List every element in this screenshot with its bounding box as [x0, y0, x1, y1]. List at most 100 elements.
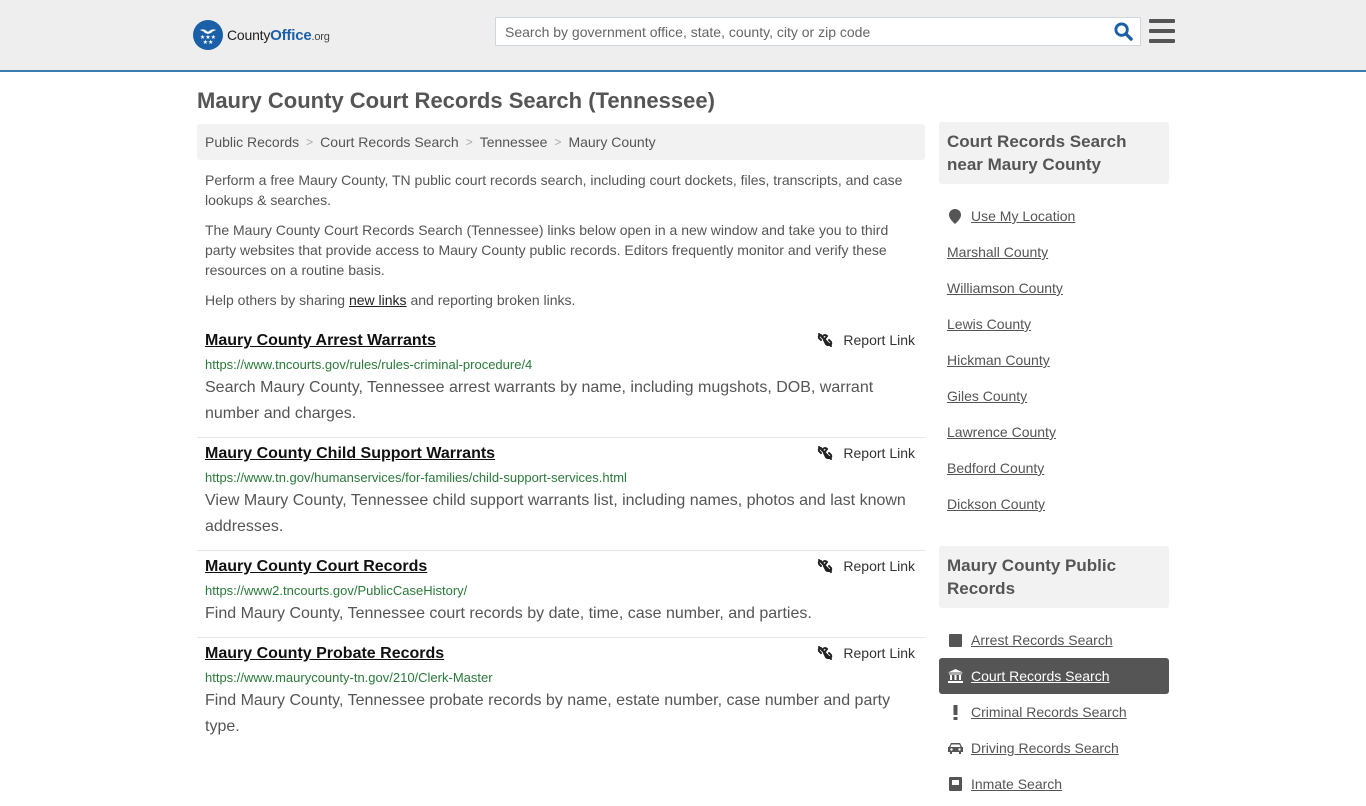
- result-item: Maury County Probate Records Report Link…: [197, 638, 925, 750]
- nearby-county-item: Williamson County: [939, 270, 1169, 306]
- intro-text-after: and reporting broken links.: [406, 292, 576, 308]
- criminal-records-search-link[interactable]: Criminal Records Search: [971, 704, 1127, 720]
- nearby-county-link[interactable]: Marshall County: [947, 244, 1048, 260]
- nearby-county-item: Giles County: [939, 378, 1169, 414]
- driving-records-search-link[interactable]: Driving Records Search: [971, 740, 1119, 756]
- breadcrumb-separator: >: [554, 135, 562, 149]
- result-url: https://www2.tncourts.gov/PublicCaseHist…: [205, 583, 468, 598]
- search-box: [495, 17, 1141, 46]
- nearby-county-item: Hickman County: [939, 342, 1169, 378]
- use-my-location-link[interactable]: Use My Location: [971, 208, 1075, 224]
- site-header: ★★★ ★★ CountyOffice.org: [0, 0, 1366, 72]
- menu-bar: [1149, 39, 1175, 43]
- result-description: View Maury County, Tennessee child suppo…: [205, 492, 906, 535]
- result-item: Maury County Court Records Report Link h…: [197, 551, 925, 638]
- nearby-county-link[interactable]: Bedford County: [947, 460, 1044, 476]
- report-link-button[interactable]: Report Link: [817, 645, 915, 661]
- result-description: Search Maury County, Tennessee arrest wa…: [205, 379, 874, 422]
- intro-text: Perform a free Maury County, TN public c…: [205, 170, 917, 320]
- public-record-item: Criminal Records Search: [939, 694, 1169, 730]
- result-description: Find Maury County, Tennessee probate rec…: [205, 692, 891, 735]
- intro-text-before: Help others by sharing: [205, 292, 349, 308]
- sidebar: Court Records Search near Maury County U…: [939, 122, 1169, 806]
- nearby-county-link[interactable]: Williamson County: [947, 280, 1063, 296]
- breadcrumb-court-records-search[interactable]: Court Records Search: [320, 134, 459, 150]
- car-icon: [947, 742, 963, 754]
- report-link-button[interactable]: Report Link: [817, 332, 915, 348]
- nearby-county-item: Dickson County: [939, 486, 1169, 522]
- intro-paragraph-2: The Maury County Court Records Search (T…: [205, 222, 889, 278]
- result-title-link[interactable]: Maury County Court Records: [205, 557, 427, 577]
- search-button[interactable]: [1106, 18, 1140, 45]
- logo-prefix: County: [227, 26, 271, 43]
- result-url: https://www.tn.gov/humanservices/for-fam…: [205, 470, 627, 485]
- result-title-link[interactable]: Maury County Probate Records: [205, 644, 444, 664]
- result-url: https://www.maurycounty-tn.gov/210/Clerk…: [205, 670, 493, 685]
- broken-link-icon: [818, 559, 833, 573]
- result-item: Maury County Arrest Warrants Report Link…: [197, 325, 925, 438]
- public-records-list: Arrest Records Search Court Records Sear…: [939, 608, 1169, 806]
- exclamation-icon: [947, 704, 963, 720]
- results-list: Maury County Arrest Warrants Report Link…: [197, 325, 925, 750]
- result-description: Find Maury County, Tennessee court recor…: [205, 605, 812, 622]
- breadcrumb-tennessee[interactable]: Tennessee: [480, 134, 548, 150]
- intro-paragraph-3: Help others by sharing new links and rep…: [205, 290, 917, 310]
- report-link-button[interactable]: Report Link: [817, 558, 915, 574]
- square-icon: [947, 633, 963, 647]
- svg-text:★★: ★★: [203, 39, 214, 46]
- inmate-search-link[interactable]: Inmate Search: [971, 776, 1062, 792]
- broken-link-icon: [818, 333, 833, 347]
- report-link-label: Report Link: [843, 332, 915, 348]
- header-inner: ★★★ ★★ CountyOffice.org: [193, 0, 1176, 70]
- nearby-county-link[interactable]: Lewis County: [947, 316, 1031, 332]
- courthouse-icon: [947, 669, 963, 683]
- public-record-item: Driving Records Search: [939, 730, 1169, 766]
- arrest-records-search-link[interactable]: Arrest Records Search: [971, 632, 1113, 648]
- nearby-county-link[interactable]: Hickman County: [947, 352, 1050, 368]
- menu-bar: [1149, 29, 1175, 33]
- map-marker-icon: [947, 208, 963, 224]
- public-record-item: Inmate Search: [939, 766, 1169, 802]
- site-logo[interactable]: ★★★ ★★ CountyOffice.org: [193, 20, 330, 50]
- breadcrumb-separator: >: [306, 135, 314, 149]
- court-records-search-link[interactable]: Court Records Search: [971, 668, 1110, 684]
- public-records-heading: Maury County Public Records: [939, 546, 1169, 608]
- result-title-link[interactable]: Maury County Arrest Warrants: [205, 331, 436, 351]
- nearby-county-link[interactable]: Giles County: [947, 388, 1027, 404]
- breadcrumb-public-records[interactable]: Public Records: [205, 134, 299, 150]
- report-link-label: Report Link: [843, 558, 915, 574]
- breadcrumb-maury-county[interactable]: Maury County: [568, 134, 655, 150]
- search-input[interactable]: [496, 18, 1106, 45]
- nearby-county-link[interactable]: Dickson County: [947, 496, 1045, 512]
- nearby-county-item: Lewis County: [939, 306, 1169, 342]
- logo-wordmark: CountyOffice.org: [227, 27, 330, 44]
- page-title: Maury County Court Records Search (Tenne…: [197, 88, 715, 113]
- new-links-link[interactable]: new links: [349, 292, 407, 308]
- menu-bar: [1149, 19, 1175, 23]
- nearby-county-link[interactable]: Lawrence County: [947, 424, 1056, 440]
- nearby-heading: Court Records Search near Maury County: [939, 122, 1169, 184]
- nearby-county-item: Bedford County: [939, 450, 1169, 486]
- nearby-county-item: Lawrence County: [939, 414, 1169, 450]
- result-title-link[interactable]: Maury County Child Support Warrants: [205, 444, 495, 464]
- logo-highlight: Office: [270, 26, 312, 44]
- public-record-item-active: Court Records Search: [939, 658, 1169, 694]
- broken-link-icon: [818, 646, 833, 660]
- search-icon: [1113, 22, 1133, 41]
- public-record-item: Arrest Records Search: [939, 622, 1169, 658]
- broken-link-icon: [818, 446, 833, 460]
- breadcrumb-separator: >: [465, 135, 473, 149]
- eagle-stars-badge-icon: ★★★ ★★: [193, 20, 223, 50]
- use-location-item: Use My Location: [939, 198, 1169, 234]
- intro-paragraph-1: Perform a free Maury County, TN public c…: [205, 172, 903, 208]
- result-url: https://www.tncourts.gov/rules/rules-cri…: [205, 357, 533, 372]
- report-link-button[interactable]: Report Link: [817, 445, 915, 461]
- result-item: Maury County Child Support Warrants Repo…: [197, 438, 925, 551]
- inmate-icon: [947, 777, 963, 791]
- nearby-county-item: Marshall County: [939, 234, 1169, 270]
- hamburger-menu-icon[interactable]: [1149, 19, 1175, 43]
- nearby-list: Use My Location Marshall County Williams…: [939, 184, 1169, 526]
- report-link-label: Report Link: [843, 645, 915, 661]
- logo-suffix: .org: [311, 30, 330, 43]
